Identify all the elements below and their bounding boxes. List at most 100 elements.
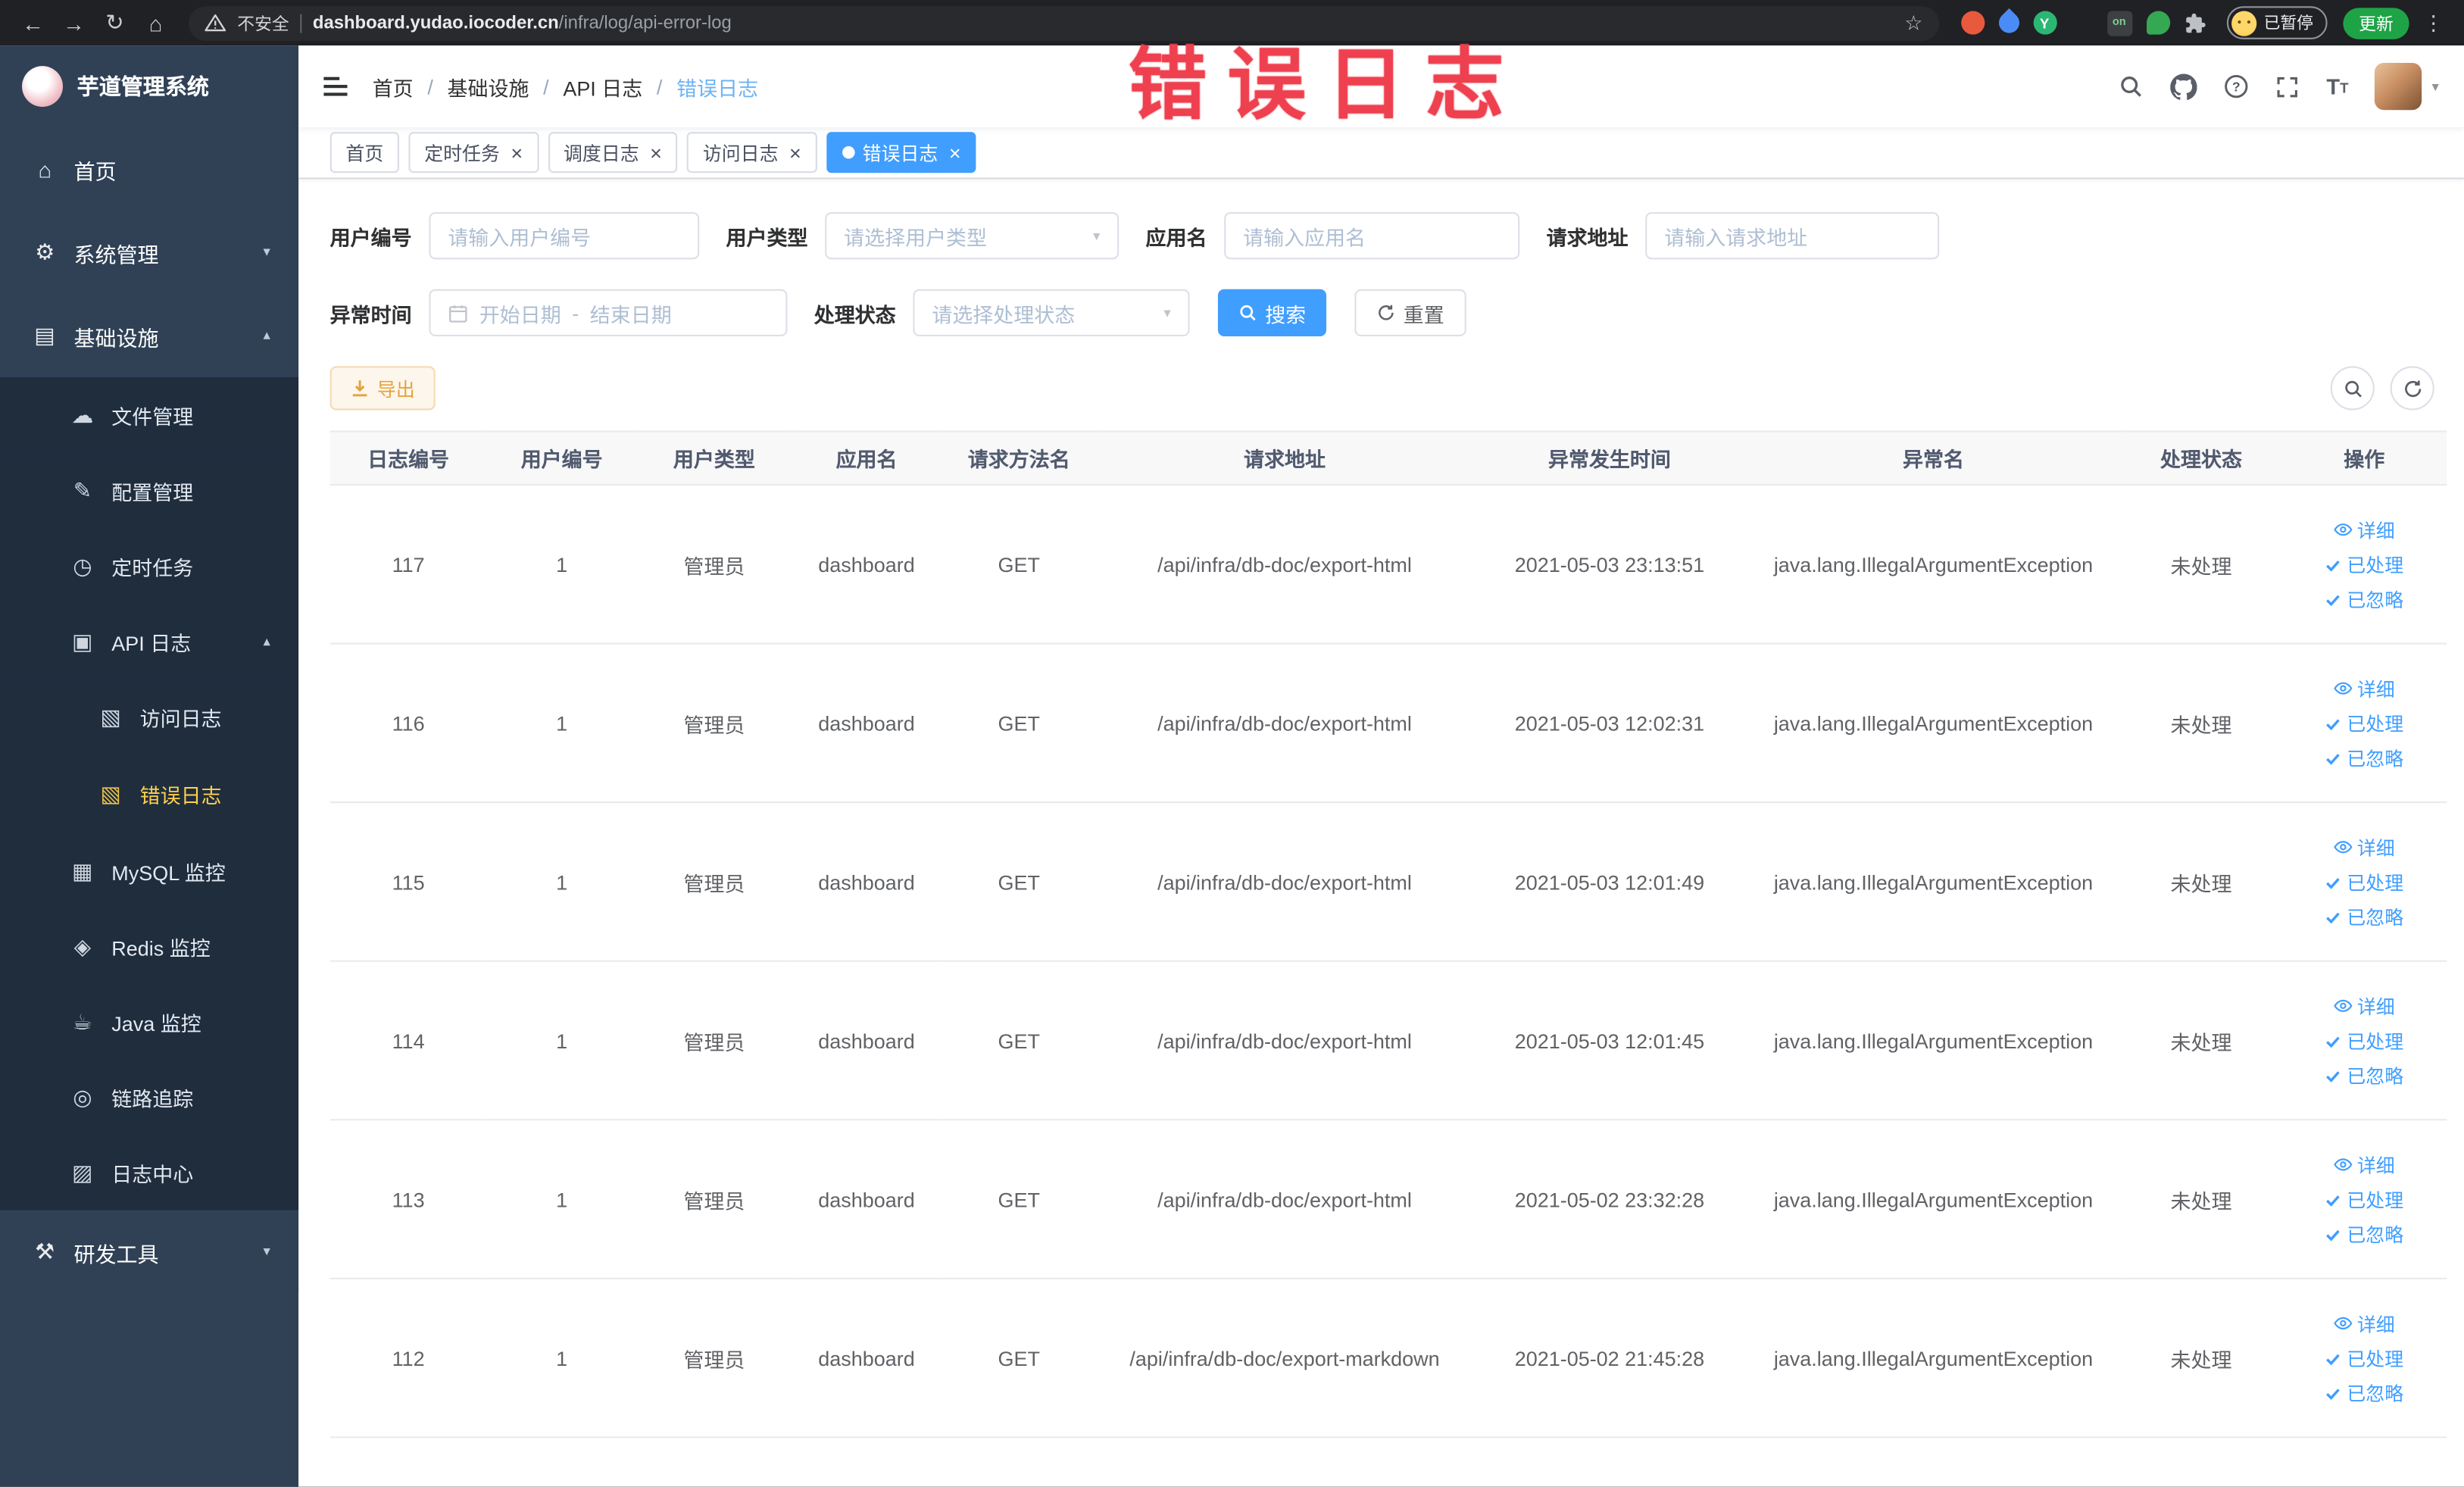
ignored-link[interactable]: 已忽略 bbox=[2325, 1379, 2403, 1406]
tab-错误日志[interactable]: 错误日志 × bbox=[826, 132, 977, 173]
user-id-input[interactable]: 请输入用户编号 bbox=[429, 212, 700, 260]
error-log-table: 日志编号 用户编号 用户类型 应用名 请求方法名 请求地址 异常发生时间 异常名 处理状态 操作 … bbox=[329, 430, 2447, 1439]
processed-link[interactable]: 已处理 bbox=[2325, 710, 2403, 736]
sidebar-item-devtool[interactable]: ⚒ 研发工具 ▾ bbox=[0, 1210, 299, 1294]
forward-icon[interactable]: → bbox=[57, 5, 92, 40]
processed-link[interactable]: 已处理 bbox=[2325, 868, 2403, 895]
sidebar-item-api-log[interactable]: ▣ API 日志 ▴ bbox=[0, 603, 299, 679]
extension-green-icon[interactable]: Y bbox=[2032, 11, 2056, 35]
eye-icon bbox=[2334, 838, 2353, 857]
fullscreen-icon[interactable] bbox=[2276, 75, 2300, 98]
actions-cell: 详细 已处理 已忽略 bbox=[2281, 1278, 2447, 1439]
sidebar-item-home[interactable]: ⌂ 首页 bbox=[0, 127, 299, 211]
detail-link[interactable]: 详细 bbox=[2334, 1151, 2395, 1178]
sidebar-item-system[interactable]: ⚙ 系统管理 ▾ bbox=[0, 211, 299, 294]
extensions-cluster: Y on bbox=[1960, 8, 2207, 38]
detail-link[interactable]: 详细 bbox=[2334, 834, 2395, 861]
sidebar-item-log-center[interactable]: ▨ 日志中心 bbox=[0, 1134, 299, 1211]
row-actions: 详细 已处理 已忽略 bbox=[2288, 517, 2441, 613]
tab-定时任务[interactable]: 定时任务 × bbox=[408, 132, 539, 173]
toggle-search-button[interactable] bbox=[2330, 366, 2375, 411]
filter-user-id: 用户编号 请输入用户编号 bbox=[330, 212, 700, 260]
detail-link[interactable]: 详细 bbox=[2334, 992, 2395, 1019]
extension-droplet-icon[interactable] bbox=[1994, 8, 2023, 38]
search-icon[interactable] bbox=[2119, 74, 2144, 99]
detail-link[interactable]: 详细 bbox=[2334, 517, 2395, 543]
detail-link[interactable]: 详细 bbox=[2334, 675, 2395, 701]
processed-link[interactable]: 已处理 bbox=[2325, 551, 2403, 577]
tab-首页[interactable]: 首页 bbox=[329, 132, 400, 173]
tab-访问日志[interactable]: 访问日志 × bbox=[687, 132, 817, 173]
profile-avatar bbox=[2231, 10, 2256, 36]
tab-close-icon[interactable]: × bbox=[650, 142, 662, 163]
table-header-row: 日志编号 用户编号 用户类型 应用名 请求方法名 请求地址 异常发生时间 异常名 处理状态 操作 bbox=[329, 430, 2447, 486]
ignored-link[interactable]: 已忽略 bbox=[2325, 1220, 2403, 1247]
browser-home-icon[interactable]: ⌂ bbox=[139, 5, 173, 40]
sidebar-item-label: API 日志 bbox=[111, 630, 192, 655]
processed-link[interactable]: 已处理 bbox=[2325, 1186, 2403, 1212]
extension-red-icon[interactable] bbox=[1960, 11, 1985, 35]
logo[interactable]: 芋道管理系统 bbox=[0, 45, 298, 127]
sidebar-menu: ⌂ 首页 ⚙ 系统管理 ▾ ▤ 基础设施 ▴ ☁ 文件管理 ✎ 配置管理 ◷ 定时任务 ▣ API 日志 ▴ ▧ 访… bbox=[0, 127, 299, 1487]
detail-link[interactable]: 详细 bbox=[2334, 1310, 2395, 1336]
ignored-link[interactable]: 已忽略 bbox=[2325, 744, 2403, 770]
breadcrumb-item[interactable]: 首页 bbox=[373, 71, 414, 101]
tab-close-icon[interactable]: × bbox=[789, 142, 801, 163]
action-label: 详细 bbox=[2356, 836, 2395, 859]
date-range-picker[interactable]: 开始日期 - 结束日期 bbox=[429, 289, 788, 336]
hamburger-icon[interactable] bbox=[323, 77, 348, 96]
sidebar-item-file[interactable]: ☁ 文件管理 bbox=[0, 376, 299, 453]
sidebar-item-infra[interactable]: ▤ 基础设施 ▴ bbox=[0, 293, 299, 377]
edit-icon: ✎ bbox=[73, 476, 92, 502]
breadcrumb-item[interactable]: 基础设施 bbox=[448, 71, 529, 101]
sidebar-item-trace[interactable]: ◎ 链路追踪 bbox=[0, 1059, 299, 1135]
help-icon[interactable]: ? bbox=[2225, 74, 2250, 99]
processed-link[interactable]: 已处理 bbox=[2325, 1345, 2403, 1371]
ignored-link[interactable]: 已忽略 bbox=[2325, 903, 2403, 929]
sidebar-item-config[interactable]: ✎ 配置管理 bbox=[0, 452, 299, 529]
user-type-select[interactable]: 请选择用户类型 ▾ bbox=[825, 212, 1120, 260]
column-header: 请求方法名 bbox=[942, 430, 1097, 486]
process-status-select[interactable]: 请选择处理状态 ▾ bbox=[913, 289, 1190, 336]
extensions-puzzle-icon[interactable] bbox=[2184, 11, 2207, 35]
extension-grid-icon[interactable] bbox=[2070, 12, 2092, 34]
sidebar-item-job[interactable]: ◷ 定时任务 bbox=[0, 528, 299, 604]
method-cell: GET bbox=[942, 1120, 1097, 1279]
sidebar-item-access-log[interactable]: ▧ 访问日志 bbox=[0, 679, 299, 756]
ignored-link[interactable]: 已忽略 bbox=[2325, 586, 2403, 612]
bookmark-star-icon[interactable]: ☆ bbox=[1904, 10, 1922, 35]
sidebar-item-java[interactable]: ☕ Java 监控 bbox=[0, 983, 299, 1060]
sidebar-item-label: Redis 监控 bbox=[111, 936, 211, 960]
export-button[interactable]: 导出 bbox=[329, 366, 436, 411]
github-icon[interactable] bbox=[2171, 73, 2198, 99]
tab-调度日志[interactable]: 调度日志 × bbox=[548, 132, 678, 173]
font-size-icon[interactable]: TT bbox=[2326, 76, 2348, 98]
processed-link[interactable]: 已处理 bbox=[2325, 1027, 2403, 1054]
sidebar-item-label: Java 监控 bbox=[111, 1011, 201, 1036]
security-label[interactable]: 不安全 bbox=[237, 10, 289, 35]
reset-button[interactable]: 重置 bbox=[1354, 289, 1466, 336]
check-icon bbox=[2325, 873, 2342, 890]
reload-icon[interactable]: ↻ bbox=[98, 5, 133, 40]
app-name-input[interactable]: 请输入应用名 bbox=[1224, 212, 1520, 260]
sidebar-item-mysql[interactable]: ▦ MySQL 监控 bbox=[0, 833, 299, 909]
extension-on-badge[interactable]: on bbox=[2106, 10, 2132, 36]
refresh-button[interactable] bbox=[2390, 366, 2434, 411]
tab-close-icon[interactable]: × bbox=[949, 142, 961, 163]
ignored-link[interactable]: 已忽略 bbox=[2325, 1061, 2403, 1088]
breadcrumb-item[interactable]: API 日志 bbox=[563, 71, 642, 101]
request-url-input[interactable]: 请输入请求地址 bbox=[1645, 212, 1940, 260]
profile-chip[interactable]: 已暂停 bbox=[2225, 6, 2328, 39]
search-button[interactable]: 搜索 bbox=[1217, 289, 1327, 336]
address-bar[interactable]: 不安全 dashboard.yudao.iocoder.cn/infra/log… bbox=[188, 5, 1939, 40]
extension-plant-icon[interactable] bbox=[2146, 11, 2170, 35]
user-menu[interactable]: ▾ bbox=[2375, 62, 2439, 111]
sidebar-item-redis[interactable]: ◈ Redis 监控 bbox=[0, 908, 299, 984]
browser-menu-icon[interactable]: ⋮ bbox=[2419, 10, 2448, 35]
back-icon[interactable]: ← bbox=[16, 5, 51, 40]
chrome-update-button[interactable]: 更新 bbox=[2343, 7, 2409, 39]
tab-close-icon[interactable]: × bbox=[511, 142, 523, 163]
sidebar-item-error-log[interactable]: ▧ 错误日志 bbox=[0, 755, 299, 833]
check-icon bbox=[2325, 1191, 2342, 1208]
eye-icon bbox=[2334, 679, 2353, 698]
